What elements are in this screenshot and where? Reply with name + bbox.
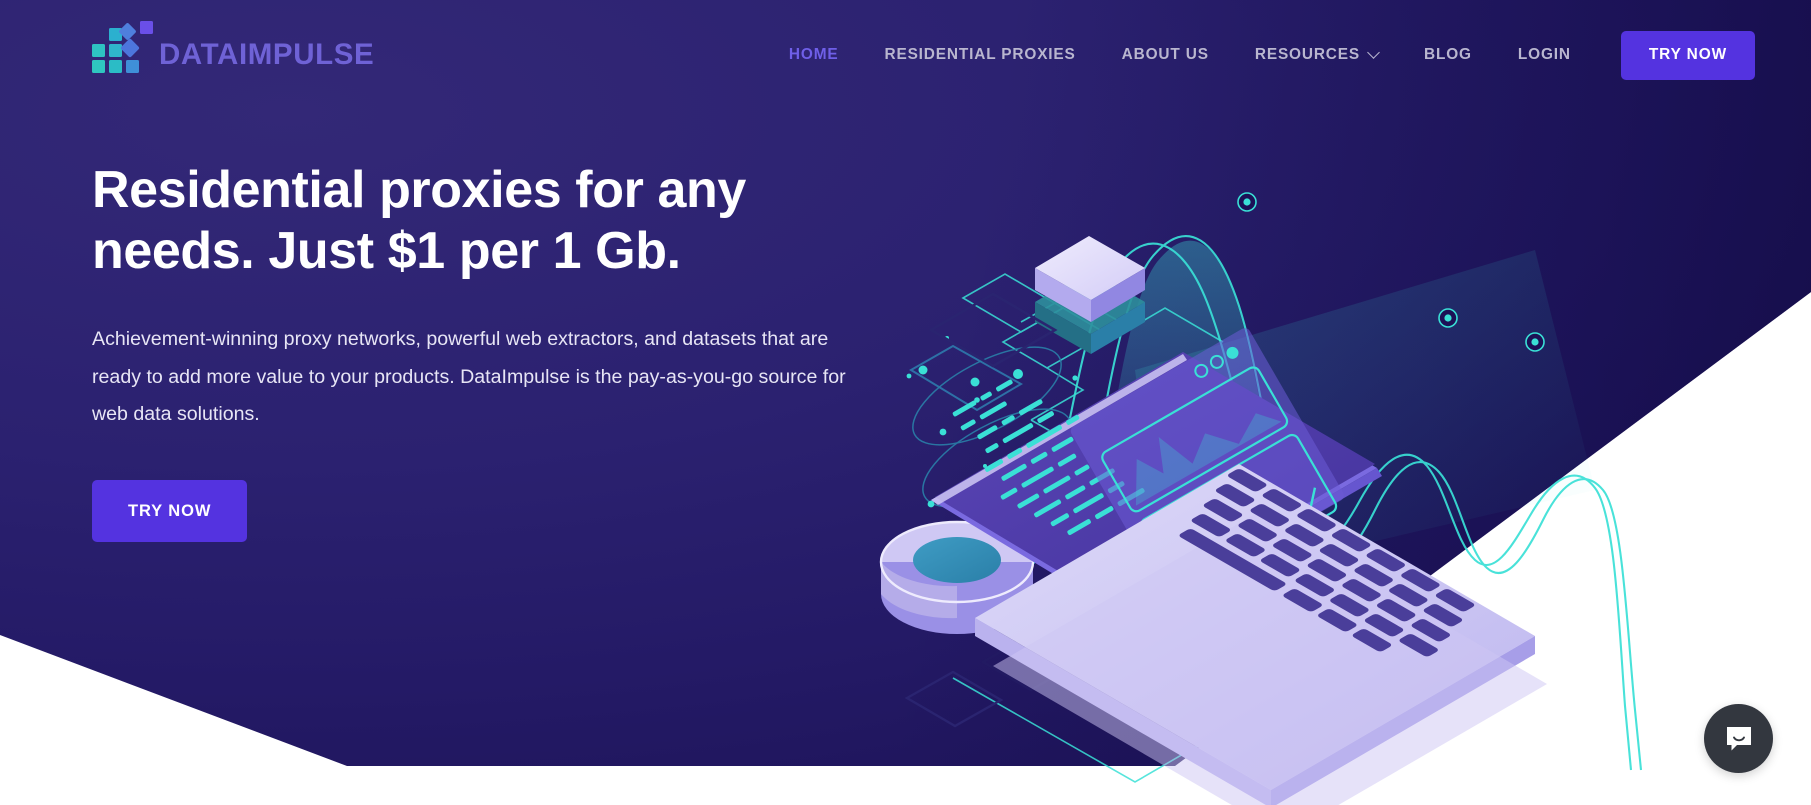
hero-headline: Residential proxies for any needs. Just … (92, 161, 746, 281)
nav-item-label: LOGIN (1517, 46, 1571, 63)
nav-item-label: ABOUT US (1121, 46, 1209, 63)
nav-item-label: BLOG (1424, 46, 1472, 63)
brand-name: DATAIMPULSE (159, 38, 375, 72)
hero-subheadline: Achievement-winning proxy networks, powe… (92, 327, 846, 426)
main-navigation: HOME RESIDENTIAL PROXIES ABOUT US RESOUR… (766, 30, 1755, 80)
dataimpulse-squares-logo-icon (92, 21, 153, 81)
nav-item-resources[interactable]: RESOURCES (1232, 36, 1401, 74)
chevron-down-icon (1367, 45, 1380, 59)
site-header: DATAIMPULSE HOME RESIDENTIAL PROXIES ABO… (0, 0, 1811, 110)
nav-item-login[interactable]: LOGIN (1495, 36, 1594, 74)
nav-item-label: RESOURCES (1254, 46, 1361, 63)
nav-item-blog[interactable]: BLOG (1401, 36, 1495, 74)
brand-logo[interactable]: DATAIMPULSE (92, 21, 375, 81)
nav-item-label: HOME (788, 46, 839, 63)
hero-copy: Residential proxies for any needs. Just … (92, 160, 892, 543)
hero-section: DATAIMPULSE HOME RESIDENTIAL PROXIES ABO… (0, 0, 1811, 805)
nav-item-label: RESIDENTIAL PROXIES (884, 46, 1076, 63)
header-try-now-button[interactable]: TRY NOW (1620, 30, 1755, 80)
nav-item-home[interactable]: HOME (766, 36, 862, 74)
nav-item-about-us[interactable]: ABOUT US (1099, 36, 1232, 74)
chat-bubble-smile-icon (1726, 726, 1751, 750)
nav-item-residential-proxies[interactable]: RESIDENTIAL PROXIES (861, 36, 1098, 74)
chat-launcher-button[interactable] (1704, 704, 1773, 773)
hero-try-now-button[interactable]: TRY NOW (92, 480, 248, 543)
